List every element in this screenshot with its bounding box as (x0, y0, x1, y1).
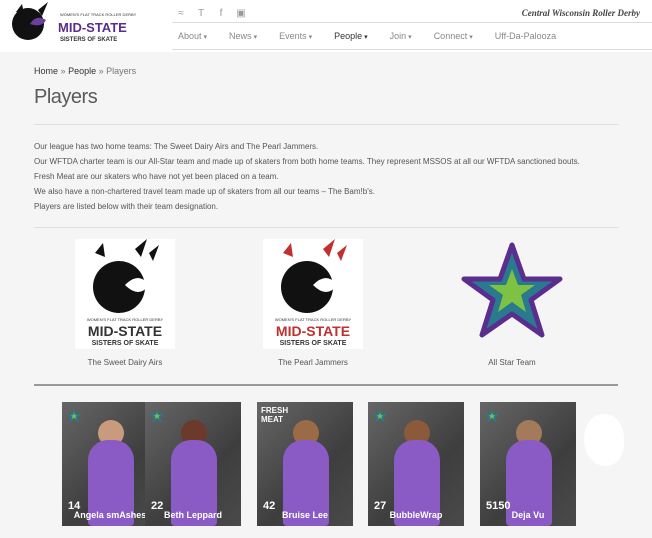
breadcrumb-home[interactable]: Home (34, 66, 58, 76)
intro-paragraph: Fresh Meat are our skaters who have not … (34, 172, 279, 181)
team-label[interactable]: The Pearl Jammers (263, 358, 363, 367)
nav-label: Events (279, 31, 307, 41)
intro-text: Our league has two home teams: The Sweet… (34, 142, 619, 217)
social-links: ≈ Т f ▣ (176, 8, 246, 19)
teams-section: WOMEN'S FLAT TRACK ROLLER DERBY MID-STAT… (34, 229, 618, 386)
intro-paragraph: Our league has two home teams: The Sweet… (34, 142, 319, 151)
nav-item-events[interactable]: Events ▾ (273, 31, 318, 41)
caret-down-icon: ▾ (469, 34, 473, 41)
breadcrumb: Home » People » Players (34, 66, 136, 76)
team-label[interactable]: The Sweet Dairy Airs (75, 358, 175, 367)
caret-down-icon: ▾ (203, 34, 208, 41)
player-name: Deja Vu (511, 510, 545, 520)
caret-down-icon: ▾ (408, 34, 412, 41)
nav-label: Uff-Da-Palooza (494, 31, 557, 41)
player-name: Angela smAshes (73, 510, 147, 520)
site-header: WOMEN'S FLAT TRACK ROLLER DERBY MID-STAT… (0, 0, 652, 52)
nav-item-news[interactable]: News ▾ (223, 31, 263, 41)
intro-paragraph: Players are listed below with their team… (34, 202, 219, 211)
twitter-icon[interactable]: Т (196, 8, 206, 19)
team-logo-text: SISTERS OF SKATE (280, 340, 347, 347)
player-name: BubbleWrap (389, 510, 443, 520)
nav-label: Join (389, 31, 407, 41)
nav-label: About (178, 31, 202, 41)
nav-item-connect[interactable]: Connect ▾ (428, 31, 479, 41)
player-card[interactable]: FRESH MEAT 42 Bruise Lee (257, 402, 353, 526)
nav-label: People (334, 31, 363, 41)
loading-placeholder (584, 414, 624, 466)
team-logo[interactable]: WOMEN'S FLAT TRACK ROLLER DERBY MID-STAT… (75, 239, 175, 349)
title-divider (34, 124, 618, 125)
caret-down-icon: ▾ (364, 34, 368, 41)
intro-paragraph: Our WFTDA charter team is our All-Star t… (34, 157, 580, 166)
breadcrumb-separator: » (60, 66, 66, 76)
players-grid: 14 Angela smAshes 22 Beth Leppard FRESH … (34, 402, 634, 530)
star-icon (66, 408, 82, 423)
team-logo-text: WOMEN'S FLAT TRACK ROLLER DERBY (87, 317, 164, 322)
nav-item-uff-da-palooza[interactable]: Uff-Da-Palooza (489, 31, 562, 41)
player-name: Bruise Lee (281, 510, 329, 520)
section-divider (34, 227, 618, 228)
rss-icon[interactable]: ≈ (176, 8, 186, 19)
breadcrumb-separator: » (98, 66, 104, 76)
player-card[interactable]: 22 Beth Leppard (145, 402, 241, 526)
nav-label: News (229, 31, 252, 41)
svg-text:SISTERS OF SKATE: SISTERS OF SKATE (60, 37, 117, 43)
page-title: Players (34, 86, 98, 108)
breadcrumb-current: Players (106, 66, 137, 76)
team-logo-text: MID-STATE (88, 323, 162, 339)
nav-item-people[interactable]: People ▾ (328, 31, 374, 41)
site-logo[interactable]: WOMEN'S FLAT TRACK ROLLER DERBY MID-STAT… (8, 2, 136, 48)
player-card[interactable]: 5150 Deja Vu (480, 402, 576, 526)
team-all-star[interactable]: All Star Team (460, 239, 564, 367)
team-pearl-jammers[interactable]: WOMEN'S FLAT TRACK ROLLER DERBY MID-STAT… (263, 239, 363, 367)
site-tagline: Central Wisconsin Roller Derby (521, 8, 640, 18)
team-sweet-dairy-airs[interactable]: WOMEN'S FLAT TRACK ROLLER DERBY MID-STAT… (75, 239, 175, 367)
nav-item-join[interactable]: Join ▾ (384, 31, 418, 41)
intro-paragraph: We also have a non-chartered travel team… (34, 187, 375, 196)
team-label[interactable]: All Star Team (460, 358, 564, 367)
main-nav: About ▾ News ▾ Events ▾ People ▾ Join ▾ Conne… (172, 22, 652, 50)
team-logo[interactable]: WOMEN'S FLAT TRACK ROLLER DERBY MID-STAT… (263, 239, 363, 349)
svg-text:MID-STATE: MID-STATE (58, 20, 127, 35)
fresh-meat-stamp: FRESH MEAT (261, 406, 289, 424)
star-icon (484, 408, 500, 423)
nav-item-about[interactable]: About ▾ (172, 31, 213, 41)
caret-down-icon: ▾ (253, 34, 258, 41)
star-icon[interactable] (460, 239, 564, 349)
team-logo-text: WOMEN'S FLAT TRACK ROLLER DERBY (275, 317, 352, 322)
svg-text:WOMEN'S FLAT TRACK ROLLER DERB: WOMEN'S FLAT TRACK ROLLER DERBY (60, 12, 136, 17)
caret-down-icon: ▾ (308, 34, 313, 41)
instagram-icon[interactable]: ▣ (236, 8, 246, 19)
team-logo-text: MID-STATE (276, 323, 350, 339)
nav-label: Connect (433, 31, 468, 41)
breadcrumb-people[interactable]: People (68, 66, 96, 76)
player-card[interactable]: 27 BubbleWrap (368, 402, 464, 526)
player-name: Beth Leppard (163, 510, 222, 520)
star-icon (372, 408, 388, 423)
facebook-icon[interactable]: f (216, 8, 226, 19)
player-card[interactable]: 14 Angela smAshes (62, 402, 158, 526)
star-icon (149, 408, 165, 423)
team-logo-text: SISTERS OF SKATE (92, 340, 159, 347)
